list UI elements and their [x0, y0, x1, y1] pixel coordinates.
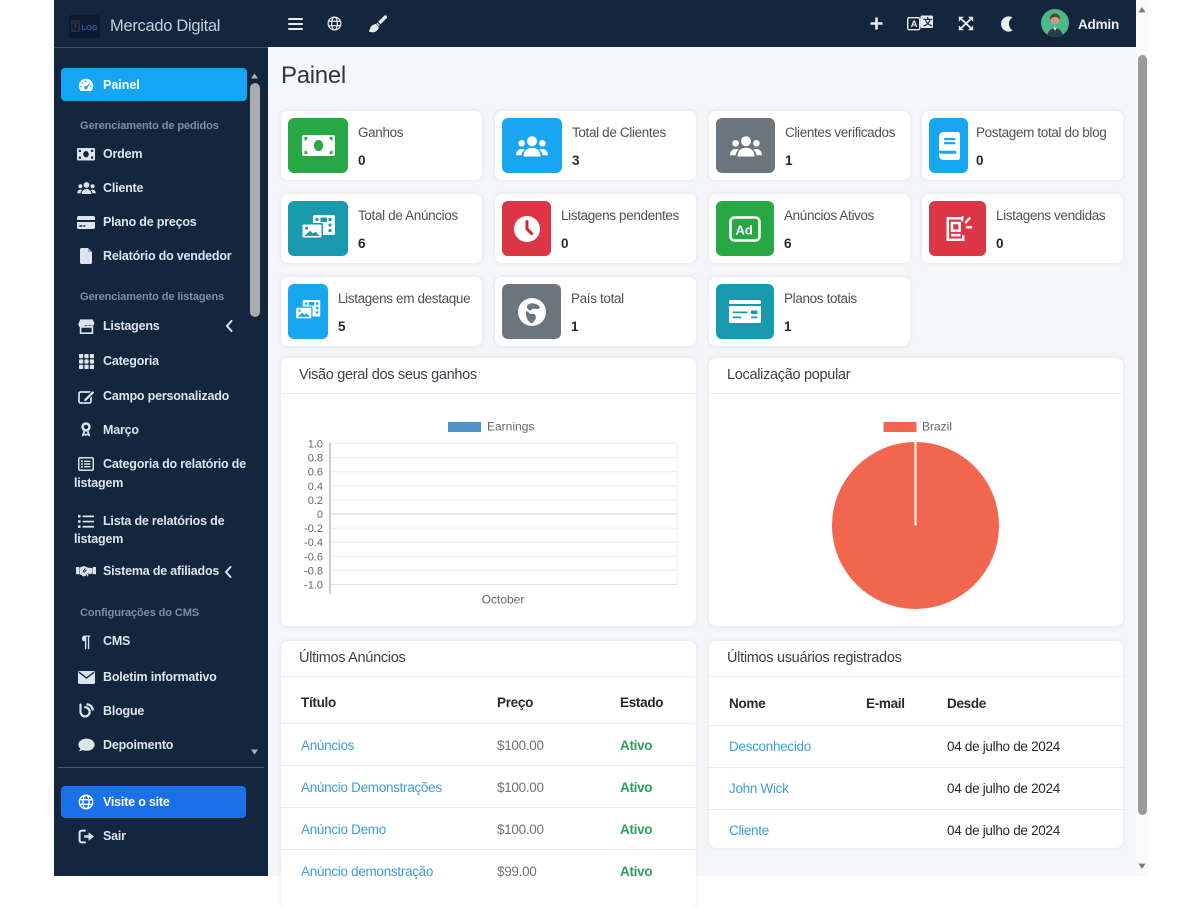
svg-text:LOG: LOG	[82, 23, 98, 32]
svg-text:Ad: Ad	[736, 222, 753, 237]
svg-text:October: October	[482, 593, 525, 607]
svg-text:U: U	[72, 22, 79, 32]
svg-text:Earnings: Earnings	[487, 420, 534, 434]
svg-text:A: A	[911, 19, 918, 30]
svg-text:1.0: 1.0	[308, 439, 323, 451]
svg-text:-0.4: -0.4	[304, 537, 323, 549]
svg-text:0.2: 0.2	[308, 495, 323, 507]
svg-text:0.8: 0.8	[308, 453, 323, 465]
svg-text:0.4: 0.4	[308, 481, 323, 493]
svg-text:文: 文	[922, 16, 933, 28]
svg-text:Brazil: Brazil	[922, 420, 952, 434]
svg-text:-0.6: -0.6	[304, 551, 323, 563]
svg-text:0: 0	[317, 509, 323, 521]
svg-text:-0.2: -0.2	[304, 523, 323, 535]
svg-text:-0.8: -0.8	[304, 565, 323, 577]
svg-text:0.6: 0.6	[308, 467, 323, 479]
svg-text:-1.0: -1.0	[304, 580, 323, 592]
